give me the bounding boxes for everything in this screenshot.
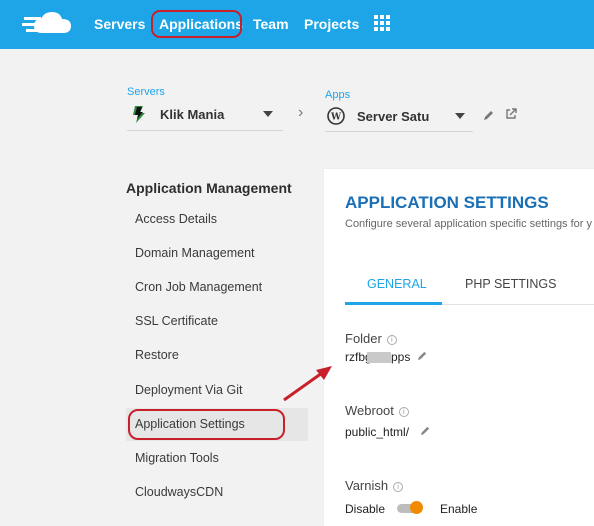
tab-general[interactable]: GENERAL <box>367 277 427 291</box>
sidebar-item-cron-job-management[interactable]: Cron Job Management <box>126 271 308 304</box>
external-link-icon[interactable] <box>505 108 517 120</box>
tab-php-settings[interactable]: PHP SETTINGS <box>465 277 556 291</box>
varnish-enable-label: Enable <box>440 502 478 516</box>
webroot-label: Webroot <box>345 403 394 418</box>
redacted-region <box>367 352 391 363</box>
webroot-field: Webroot i <box>345 403 409 418</box>
cloudways-logo[interactable] <box>22 9 78 39</box>
server-selector-value[interactable]: Klik Mania <box>160 107 224 122</box>
server-provider-icon <box>133 106 145 123</box>
sidebar-item-access-details[interactable]: Access Details <box>126 203 308 236</box>
sidebar-item-cloudwayscdn[interactable]: CloudwaysCDN <box>126 476 308 509</box>
annotation-highlight-application-settings <box>128 409 285 440</box>
app-selector-value[interactable]: Server Satu <box>357 109 429 124</box>
server-dropdown-caret-icon[interactable] <box>263 111 273 117</box>
app-selector-label: Apps <box>325 89 351 101</box>
edit-pencil-icon[interactable] <box>483 109 495 121</box>
server-selector-underline <box>127 130 283 131</box>
varnish-disable-label: Disable <box>345 502 386 516</box>
nav-team[interactable]: Team <box>253 16 289 32</box>
edit-folder-pencil-icon[interactable] <box>417 350 428 361</box>
nav-projects[interactable]: Projects <box>304 16 359 32</box>
varnish-toggle-knob[interactable] <box>410 501 423 514</box>
app-selector-underline <box>325 131 473 132</box>
nav-servers[interactable]: Servers <box>94 16 145 32</box>
folder-label: Folder <box>345 331 382 346</box>
folder-field: Folder i <box>345 331 397 346</box>
apps-grid-icon[interactable] <box>374 15 390 31</box>
sidebar-item-ssl-certificate[interactable]: SSL Certificate <box>126 305 308 338</box>
info-icon[interactable]: i <box>386 335 397 345</box>
server-selector-label: Servers <box>127 86 165 98</box>
varnish-field: Varnish i <box>345 478 404 493</box>
annotation-highlight-applications <box>151 10 242 38</box>
sidebar-item-domain-management[interactable]: Domain Management <box>126 237 308 270</box>
folder-value-end: pps <box>391 350 411 364</box>
sidebar-item-migration-tools[interactable]: Migration Tools <box>126 442 308 475</box>
app-dropdown-caret-icon[interactable] <box>455 113 465 119</box>
sidebar-title: Application Management <box>126 180 292 196</box>
info-icon[interactable]: i <box>398 407 409 417</box>
page-subtitle: Configure several application specific s… <box>345 218 593 230</box>
varnish-label: Varnish <box>345 478 389 493</box>
page-title: APPLICATION SETTINGS <box>345 193 549 212</box>
top-navigation-bar: Servers Applications Team Projects <box>0 0 594 49</box>
svg-text:W: W <box>330 113 342 123</box>
chevron-right-icon: › <box>298 104 304 121</box>
active-tab-indicator <box>345 302 442 305</box>
info-icon[interactable]: i <box>393 482 404 492</box>
webroot-value: public_html/ <box>345 425 410 439</box>
wordpress-icon: W <box>327 107 345 125</box>
annotation-arrow-icon <box>283 366 332 402</box>
edit-webroot-pencil-icon[interactable] <box>420 425 431 436</box>
